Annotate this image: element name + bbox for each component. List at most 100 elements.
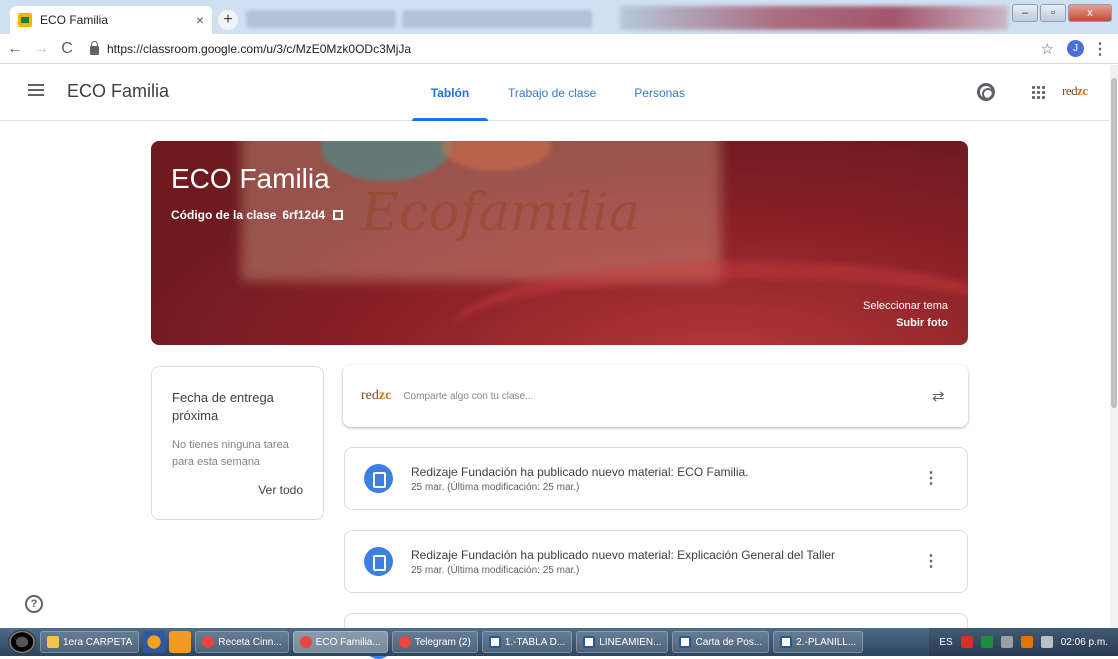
browser-tab-blurred[interactable] — [402, 10, 592, 28]
browser-tab-active[interactable]: ECO Familia × — [10, 6, 212, 34]
stream-post[interactable]: Redizaje Fundación ha publicado nuevo ma… — [344, 447, 968, 510]
browser-tab-blurred[interactable] — [246, 10, 396, 28]
close-window-button[interactable]: x — [1068, 4, 1112, 22]
back-arrow-icon[interactable]: ← — [4, 40, 26, 58]
network-icon[interactable] — [1040, 636, 1053, 648]
lock-icon — [90, 41, 99, 55]
class-name[interactable]: ECO Familia — [67, 81, 169, 102]
browser-tabstrip: ECO Familia × + – ▫ x — [0, 0, 1118, 34]
banner-title: ECO Familia — [171, 163, 330, 194]
taskbar-label: 1.-TABLA D... — [504, 636, 566, 648]
url-text: https://classroom.google.com/u/3/c/MzE0M… — [107, 41, 412, 56]
blurred-region — [620, 6, 1008, 30]
word-icon — [780, 636, 793, 648]
forward-arrow-icon[interactable]: → — [30, 40, 52, 58]
language-indicator[interactable]: ES — [939, 637, 952, 648]
banner-watermark: Ecofamilia — [361, 183, 640, 243]
url-field[interactable]: https://classroom.google.com/u/3/c/MzE0M… — [90, 41, 412, 56]
word-icon — [583, 636, 596, 648]
system-tray: ES 02:06 p.m. — [929, 628, 1118, 656]
taskbar-label: Carta de Pos... — [695, 636, 763, 648]
help-icon[interactable]: ? — [25, 595, 43, 613]
taskbar-item-chrome[interactable]: Receta Cinn... — [195, 631, 289, 653]
chrome-icon — [202, 636, 215, 648]
select-theme-link[interactable]: Seleccionar tema — [863, 300, 948, 312]
window-controls: – ▫ x — [1012, 4, 1112, 22]
clock[interactable]: 02:06 p.m. — [1061, 637, 1108, 648]
volume-icon[interactable] — [1000, 636, 1013, 648]
view-all-link[interactable]: Ver todo — [258, 483, 303, 497]
stream-post[interactable]: Redizaje Fundación ha publicado nuevo ma… — [344, 530, 968, 593]
reload-icon[interactable]: C — [56, 40, 78, 58]
google-apps-icon[interactable] — [1031, 85, 1045, 99]
post-date: 25 mar. (Última modificación: 25 mar.) — [411, 482, 580, 493]
class-code-label: Código de la clase — [171, 208, 277, 222]
account-logo[interactable]: redzc — [1062, 83, 1088, 99]
taskbar-label: ECO Familia... — [315, 636, 381, 648]
upcoming-title: Fecha de entrega próxima — [172, 390, 274, 423]
taskbar-item-folder[interactable]: 1era CARPETA — [40, 631, 140, 653]
logo-text-accent: zc — [378, 388, 392, 403]
taskbar-item-telegram[interactable]: Telegram (2) — [391, 631, 478, 653]
tray-app-icon[interactable] — [960, 636, 973, 648]
more-options-icon[interactable]: ⋮ — [923, 551, 939, 571]
taskbar-item-word[interactable]: LINEAMIEN... — [576, 631, 669, 653]
minimize-button[interactable]: – — [1012, 4, 1038, 22]
class-code: Código de la clase 6rf12d4 — [171, 208, 344, 222]
class-banner: Ecofamilia ECO Familia Código de la clas… — [151, 141, 968, 345]
settings-gear-icon[interactable] — [977, 83, 995, 101]
logo-text-accent: zc — [1077, 83, 1088, 98]
upload-photo-link[interactable]: Subir foto — [896, 317, 948, 329]
tab-people[interactable]: Personas — [616, 65, 705, 121]
chrome-icon — [398, 636, 411, 648]
user-logo: redzc — [361, 388, 391, 404]
maximize-button[interactable]: ▫ — [1040, 4, 1066, 22]
browser-menu-icon[interactable]: ⋮ — [1092, 39, 1108, 59]
media-player-icon[interactable] — [169, 631, 192, 653]
taskbar-item-word[interactable]: Carta de Pos... — [672, 631, 770, 653]
taskbar-item-word[interactable]: 1.-TABLA D... — [481, 631, 573, 653]
classroom-header: ECO Familia Tablón Trabajo de clase Pers… — [0, 65, 1110, 121]
firefox-icon[interactable] — [143, 631, 166, 653]
tab-close-icon[interactable]: × — [196, 12, 204, 28]
post-title: Redizaje Fundación ha publicado nuevo ma… — [411, 548, 836, 562]
class-code-value: 6rf12d4 — [282, 208, 326, 222]
address-bar: ← → C https://classroom.google.com/u/3/c… — [0, 34, 1118, 64]
logo-text: red — [1062, 83, 1078, 98]
windows-taskbar: 1era CARPETA Receta Cinn... ECO Familia.… — [0, 628, 1118, 656]
taskbar-label: Receta Cinn... — [218, 636, 282, 648]
profile-avatar[interactable]: J — [1067, 40, 1084, 57]
scrollbar-thumb[interactable] — [1111, 78, 1117, 408]
share-box[interactable]: redzc Comparte algo con tu clase... ⇄ — [343, 365, 968, 427]
taskbar-label: 1era CARPETA — [63, 636, 133, 648]
new-tab-button[interactable]: + — [218, 10, 238, 30]
taskbar-label: Telegram (2) — [414, 636, 471, 648]
material-icon — [364, 464, 393, 493]
tab-stream[interactable]: Tablón — [412, 65, 488, 121]
word-icon — [679, 636, 692, 648]
tray-app-icon[interactable] — [980, 636, 993, 648]
tray-app-icon[interactable] — [1020, 636, 1033, 648]
classroom-favicon-icon — [18, 13, 32, 27]
material-icon — [364, 547, 393, 576]
taskbar-label: LINEAMIEN... — [599, 636, 662, 648]
fullscreen-icon[interactable] — [333, 210, 344, 220]
post-date: 25 mar. (Última modificación: 25 mar.) — [411, 565, 580, 576]
chrome-icon — [299, 636, 312, 648]
repost-icon[interactable]: ⇄ — [932, 387, 946, 405]
start-button[interactable] — [8, 630, 36, 654]
taskbar-item-word[interactable]: 2.-PLANILL... — [773, 631, 864, 653]
share-placeholder[interactable]: Comparte algo con tu clase... — [403, 391, 533, 402]
tab-classwork[interactable]: Trabajo de clase — [488, 65, 616, 121]
taskbar-label: 2.-PLANILL... — [796, 636, 857, 648]
taskbar-item-chrome-active[interactable]: ECO Familia... — [292, 631, 388, 653]
more-options-icon[interactable]: ⋮ — [923, 468, 939, 488]
hamburger-menu-icon[interactable] — [28, 84, 44, 96]
browser-tab-title: ECO Familia — [40, 13, 109, 27]
logo-text: red — [361, 388, 379, 403]
bookmark-star-icon[interactable]: ☆ — [1041, 40, 1054, 58]
post-title: Redizaje Fundación ha publicado nuevo ma… — [411, 465, 749, 479]
word-icon — [488, 636, 501, 648]
folder-icon — [47, 636, 59, 648]
class-tabs: Tablón Trabajo de clase Personas — [412, 65, 705, 121]
